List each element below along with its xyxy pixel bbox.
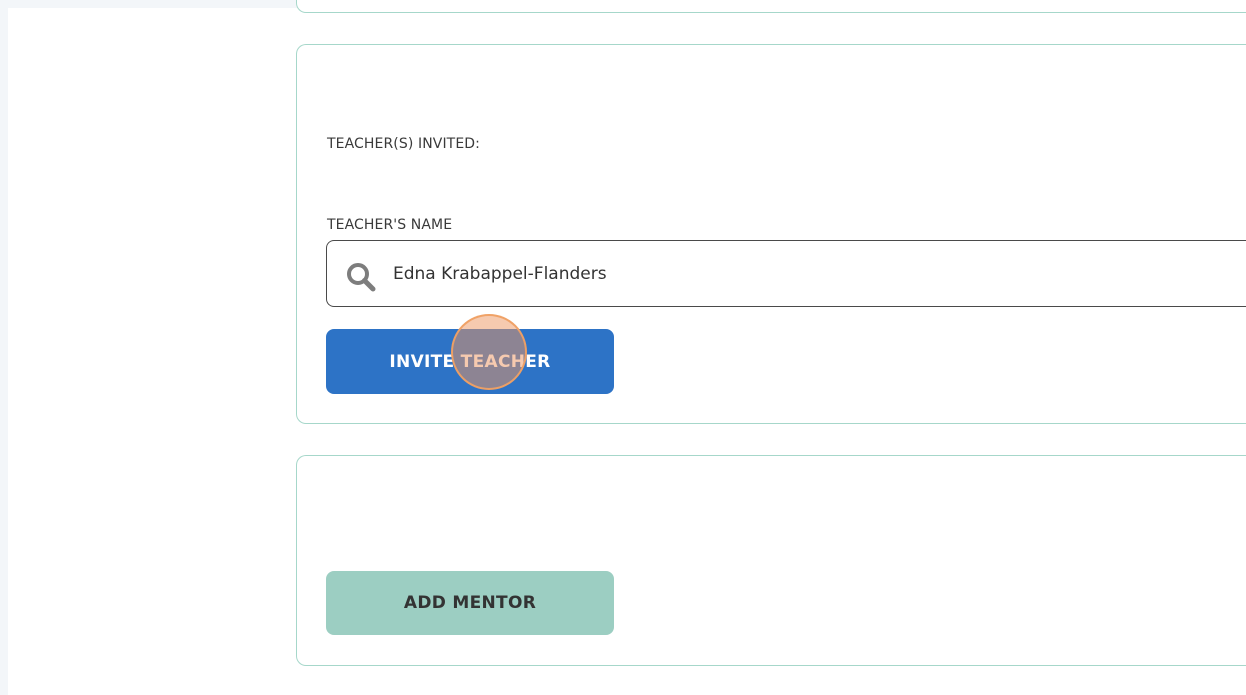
teacher-search-field[interactable] <box>326 240 1246 307</box>
teacher-name-label: TEACHER'S NAME <box>327 217 453 233</box>
add-mentor-button[interactable]: ADD MENTOR <box>326 571 614 635</box>
invite-teacher-button[interactable]: INVITE TEACHER <box>326 329 614 394</box>
page: TEACHER(S) INVITED: TEACHER'S NAME INVIT… <box>0 0 1246 695</box>
teachers-invited-label: TEACHER(S) INVITED: <box>327 136 480 152</box>
search-icon <box>345 261 377 293</box>
previous-card <box>296 0 1246 13</box>
teacher-search-input[interactable] <box>393 259 993 289</box>
left-background-strip <box>0 0 8 695</box>
